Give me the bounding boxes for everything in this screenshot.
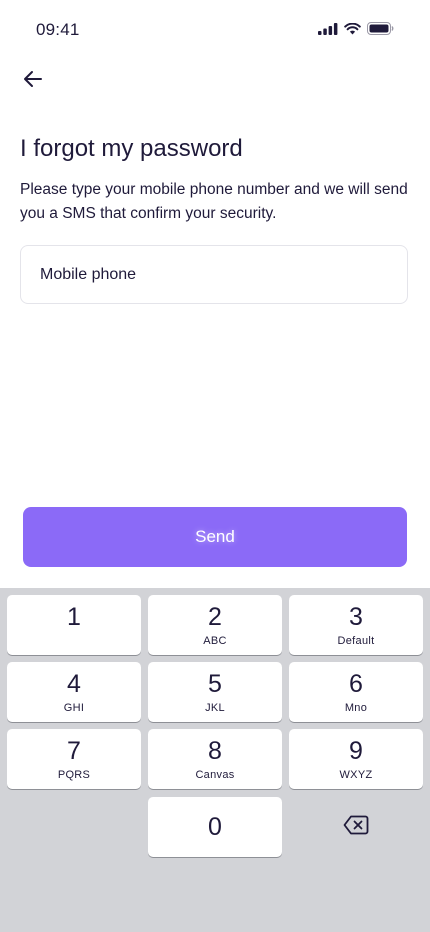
cellular-signal-icon <box>318 22 338 40</box>
status-time: 09:41 <box>36 20 80 39</box>
key-letters: Mno <box>344 702 368 714</box>
key-3[interactable]: 3 Default <box>289 595 423 655</box>
battery-icon <box>367 22 394 40</box>
key-6[interactable]: 6 Mno <box>289 662 423 722</box>
page-subtitle: Please type your mobile phone number and… <box>20 181 408 222</box>
wifi-icon <box>344 22 361 40</box>
key-2[interactable]: 2 ABC <box>148 595 282 655</box>
back-button[interactable] <box>18 66 48 96</box>
key-9[interactable]: 9 WXYZ <box>289 729 423 789</box>
key-5[interactable]: 5 JKL <box>148 662 282 722</box>
key-0[interactable]: 0 <box>148 797 282 857</box>
backspace-icon <box>343 815 369 840</box>
mobile-phone-field[interactable] <box>20 245 408 304</box>
key-1[interactable]: 1 <box>7 595 141 655</box>
key-digit: 7 <box>67 737 81 765</box>
key-8[interactable]: 8 Canvas <box>148 729 282 789</box>
key-4[interactable]: 4 GHI <box>7 662 141 722</box>
key-digit: 9 <box>349 737 363 765</box>
key-digit: 3 <box>349 603 363 631</box>
key-digit: 0 <box>208 813 222 841</box>
key-digit: 6 <box>349 670 363 698</box>
delete-key[interactable] <box>289 797 423 857</box>
status-bar: 09:41 <box>0 0 430 60</box>
key-letters: Canvas <box>195 769 235 781</box>
numeric-keypad: 1 2 ABC 3 Default 4 GHI 5 JKL 6 Mno 7 PQ… <box>0 588 430 932</box>
page-title: I forgot my password <box>20 135 243 162</box>
mobile-phone-input[interactable] <box>21 246 407 303</box>
key-digit: 5 <box>208 670 222 698</box>
key-digit: 2 <box>208 603 222 631</box>
key-letters: Default <box>337 635 375 647</box>
arrow-left-icon <box>23 70 43 93</box>
key-7[interactable]: 7 PQRS <box>7 729 141 789</box>
key-letters: WXYZ <box>339 769 373 781</box>
send-button[interactable]: Send <box>23 507 407 567</box>
key-digit: 4 <box>67 670 81 698</box>
key-letters: GHI <box>63 702 85 714</box>
key-letters: JKL <box>205 702 225 714</box>
key-digit: 8 <box>208 737 222 765</box>
key-letters: ABC <box>203 635 227 647</box>
key-letters: PQRS <box>57 769 91 781</box>
status-icons <box>318 22 394 40</box>
key-digit: 1 <box>67 603 81 631</box>
